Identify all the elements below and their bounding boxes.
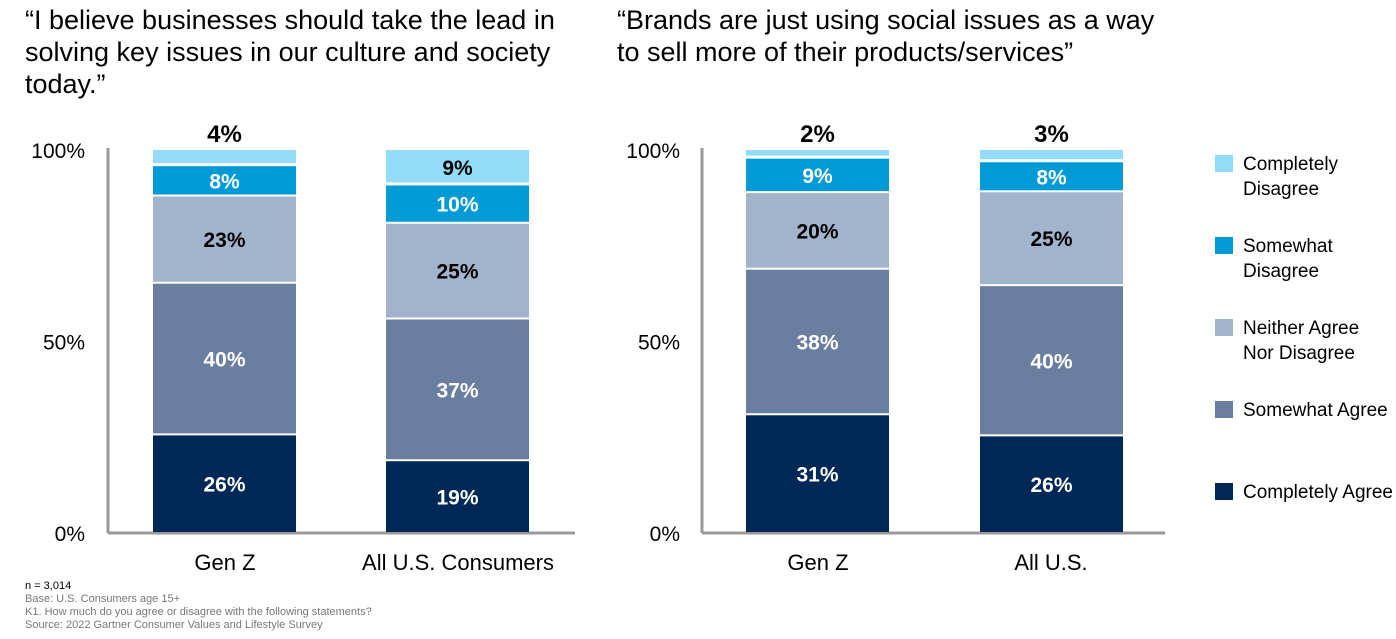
data-label: 31% — [796, 464, 838, 487]
question-note: K1. How much do you agree or disagree wi… — [25, 606, 372, 618]
x-tick-label: All U.S. Consumers — [362, 550, 554, 575]
x-tick-label: All U.S. — [1014, 550, 1087, 575]
legend-label: Completely Disagree — [1243, 154, 1339, 200]
data-label: 9% — [802, 165, 833, 188]
legend: Completely Disagree Somewhat Disagree Ne… — [1215, 152, 1393, 562]
stacked-bar-charts: 0% 50% 100% Gen Z 26% 40% 23% 8% 4% All U.S. Cons… — [31, 121, 1165, 575]
bar-segment — [746, 150, 889, 156]
data-label: 10% — [436, 194, 478, 217]
y-tick-label: 0% — [55, 523, 85, 546]
legend-item: Completely Disagree — [1215, 152, 1393, 234]
data-label: 38% — [796, 332, 838, 355]
source-note: Source: 2022 Gartner Consumer Values and… — [25, 619, 323, 631]
legend-swatch — [1215, 319, 1233, 336]
legend-label: Neither Agree Nor Disagree — [1243, 318, 1360, 364]
legend-swatch — [1215, 483, 1233, 500]
legend-label: Somewhat Disagree — [1243, 236, 1333, 282]
base-note: Base: U.S. Consumers age 15+ — [25, 593, 180, 605]
data-label: 20% — [796, 220, 838, 243]
data-label: 4% — [207, 121, 242, 148]
x-tick-label: Gen Z — [194, 550, 255, 575]
data-label: 40% — [1030, 350, 1072, 373]
legend-item: Neither Agree Nor Disagree — [1215, 316, 1393, 398]
data-label: 9% — [442, 157, 473, 180]
data-label: 8% — [209, 170, 240, 193]
legend-label: Completely Agree — [1243, 482, 1393, 503]
sample-size: n = 3,014 — [25, 580, 72, 592]
legend-swatch — [1215, 401, 1233, 418]
y-tick-label: 100% — [626, 140, 680, 163]
bar-segment — [980, 150, 1123, 160]
legend-label: Somewhat Agree — [1243, 400, 1388, 421]
legend-swatch — [1215, 237, 1233, 254]
x-tick-label: Gen Z — [787, 550, 848, 575]
data-label: 25% — [1030, 228, 1072, 251]
data-label: 2% — [800, 121, 835, 148]
footnotes: n = 3,014 Base: U.S. Consumers age 15+ K… — [25, 580, 372, 632]
y-tick-label: 50% — [43, 332, 85, 355]
legend-item: Completely Agree — [1215, 480, 1393, 562]
data-label: 3% — [1034, 121, 1069, 148]
legend-item: Somewhat Disagree — [1215, 234, 1393, 316]
legend-swatch — [1215, 155, 1233, 172]
data-label: 19% — [436, 487, 478, 510]
data-label: 40% — [203, 349, 245, 372]
data-label: 25% — [436, 261, 478, 284]
data-label: 23% — [203, 229, 245, 252]
legend-item: Somewhat Agree — [1215, 398, 1393, 480]
data-label: 26% — [1030, 474, 1072, 497]
y-tick-label: 0% — [650, 523, 680, 546]
y-tick-label: 50% — [638, 332, 680, 355]
data-label: 26% — [203, 474, 245, 497]
data-label: 8% — [1036, 166, 1067, 189]
bar-segment — [153, 150, 296, 164]
data-label: 37% — [436, 379, 478, 402]
y-tick-label: 100% — [31, 140, 85, 163]
